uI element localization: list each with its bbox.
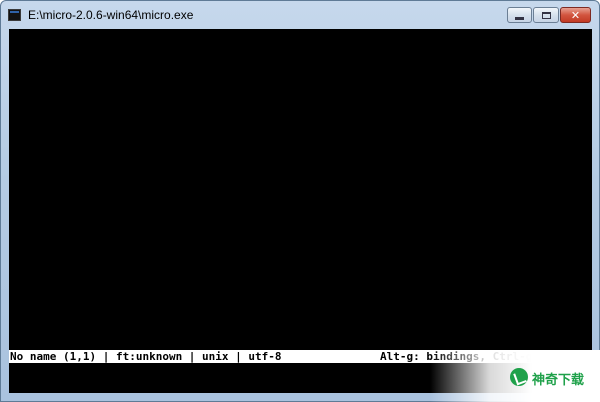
- watermark-logo-icon: [510, 368, 528, 386]
- status-file-info: No name (1,1) | ft:unknown | unix | utf-…: [10, 350, 282, 363]
- watermark-text: 神奇下载: [532, 373, 585, 388]
- terminal-editor-area[interactable]: No name (1,1) | ft:unknown | unix | utf-…: [9, 29, 592, 393]
- minimize-button[interactable]: [507, 7, 532, 23]
- title-bar[interactable]: E:\micro-2.0.6-win64\micro.exe ✕: [1, 1, 599, 29]
- console-app-icon[interactable]: [8, 9, 21, 21]
- close-button[interactable]: ✕: [560, 7, 591, 23]
- window-title: E:\micro-2.0.6-win64\micro.exe: [28, 8, 194, 22]
- minimize-icon: [515, 16, 524, 20]
- app-window: E:\micro-2.0.6-win64\micro.exe ✕ No name…: [0, 0, 600, 402]
- close-icon: ✕: [570, 8, 581, 22]
- maximize-icon: [541, 11, 551, 19]
- site-watermark: 神奇下载: [430, 350, 600, 402]
- maximize-button[interactable]: [533, 7, 559, 23]
